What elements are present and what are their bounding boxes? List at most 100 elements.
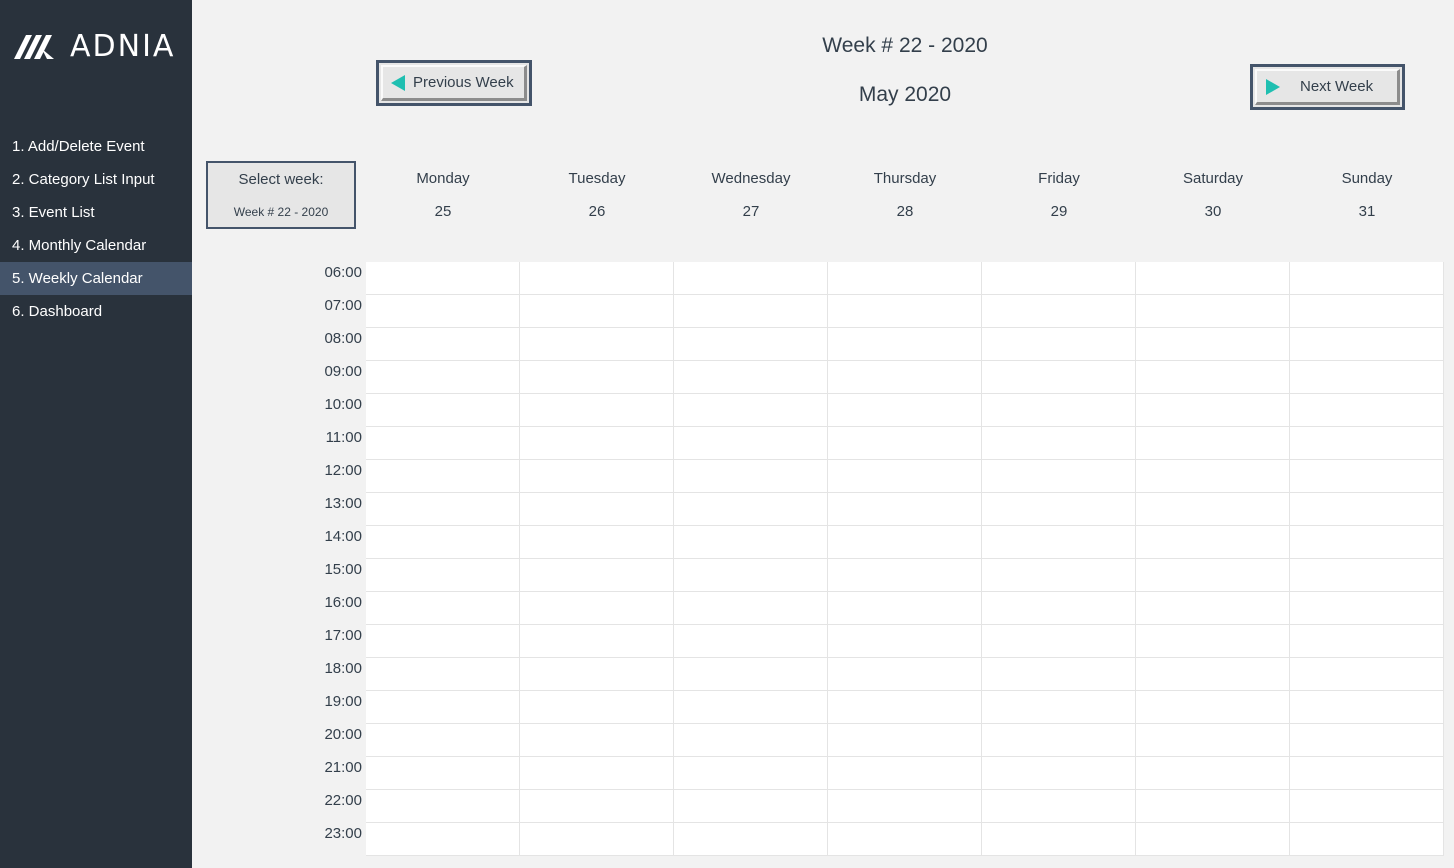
time-slot-cell[interactable] xyxy=(520,790,674,823)
time-slot-cell[interactable] xyxy=(1136,559,1290,592)
time-slot-cell[interactable] xyxy=(366,394,520,427)
time-slot-cell[interactable] xyxy=(828,460,982,493)
time-slot-cell[interactable] xyxy=(1290,823,1444,856)
time-slot-cell[interactable] xyxy=(674,625,828,658)
time-slot-cell[interactable] xyxy=(828,361,982,394)
time-slot-cell[interactable] xyxy=(828,724,982,757)
time-slot-cell[interactable] xyxy=(674,262,828,295)
time-slot-cell[interactable] xyxy=(1136,592,1290,625)
time-slot-cell[interactable] xyxy=(1290,526,1444,559)
time-slot-cell[interactable] xyxy=(828,823,982,856)
time-slot-cell[interactable] xyxy=(674,658,828,691)
time-slot-cell[interactable] xyxy=(366,493,520,526)
time-slot-cell[interactable] xyxy=(674,592,828,625)
time-slot-cell[interactable] xyxy=(520,559,674,592)
time-slot-cell[interactable] xyxy=(366,724,520,757)
time-slot-cell[interactable] xyxy=(1136,625,1290,658)
time-slot-cell[interactable] xyxy=(1290,625,1444,658)
time-slot-cell[interactable] xyxy=(366,328,520,361)
sidebar-item-monthly-calendar[interactable]: 4. Monthly Calendar xyxy=(0,229,192,262)
time-slot-cell[interactable] xyxy=(1136,262,1290,295)
time-slot-cell[interactable] xyxy=(520,658,674,691)
time-slot-cell[interactable] xyxy=(1136,493,1290,526)
time-slot-cell[interactable] xyxy=(1290,361,1444,394)
time-slot-cell[interactable] xyxy=(1136,295,1290,328)
time-slot-cell[interactable] xyxy=(982,328,1136,361)
time-slot-cell[interactable] xyxy=(520,262,674,295)
time-slot-cell[interactable] xyxy=(674,526,828,559)
time-slot-cell[interactable] xyxy=(828,526,982,559)
time-slot-cell[interactable] xyxy=(828,790,982,823)
time-slot-cell[interactable] xyxy=(982,526,1136,559)
time-slot-cell[interactable] xyxy=(828,328,982,361)
time-slot-cell[interactable] xyxy=(1290,790,1444,823)
time-slot-cell[interactable] xyxy=(982,625,1136,658)
time-slot-cell[interactable] xyxy=(828,592,982,625)
time-slot-cell[interactable] xyxy=(520,823,674,856)
time-slot-cell[interactable] xyxy=(366,361,520,394)
time-slot-cell[interactable] xyxy=(520,427,674,460)
time-slot-cell[interactable] xyxy=(1136,658,1290,691)
time-slot-cell[interactable] xyxy=(828,262,982,295)
time-slot-cell[interactable] xyxy=(1290,493,1444,526)
time-slot-cell[interactable] xyxy=(520,493,674,526)
time-slot-cell[interactable] xyxy=(1290,592,1444,625)
time-slot-cell[interactable] xyxy=(674,394,828,427)
time-slot-cell[interactable] xyxy=(520,295,674,328)
time-slot-cell[interactable] xyxy=(1290,295,1444,328)
time-slot-cell[interactable] xyxy=(982,394,1136,427)
time-slot-cell[interactable] xyxy=(982,262,1136,295)
time-slot-cell[interactable] xyxy=(674,724,828,757)
time-slot-cell[interactable] xyxy=(1136,526,1290,559)
time-slot-cell[interactable] xyxy=(982,493,1136,526)
time-slot-cell[interactable] xyxy=(366,526,520,559)
time-slot-cell[interactable] xyxy=(982,460,1136,493)
time-slot-cell[interactable] xyxy=(1290,328,1444,361)
time-slot-cell[interactable] xyxy=(674,427,828,460)
time-slot-cell[interactable] xyxy=(982,658,1136,691)
time-slot-cell[interactable] xyxy=(366,460,520,493)
time-slot-cell[interactable] xyxy=(674,691,828,724)
sidebar-item-category-list-input[interactable]: 2. Category List Input xyxy=(0,163,192,196)
time-slot-cell[interactable] xyxy=(1136,790,1290,823)
time-slot-cell[interactable] xyxy=(520,691,674,724)
time-slot-cell[interactable] xyxy=(366,295,520,328)
time-slot-cell[interactable] xyxy=(828,427,982,460)
time-slot-cell[interactable] xyxy=(674,823,828,856)
time-slot-cell[interactable] xyxy=(982,691,1136,724)
time-slot-cell[interactable] xyxy=(520,460,674,493)
time-slot-cell[interactable] xyxy=(674,328,828,361)
time-slot-cell[interactable] xyxy=(982,361,1136,394)
time-slot-cell[interactable] xyxy=(1290,658,1444,691)
time-slot-cell[interactable] xyxy=(1136,460,1290,493)
time-slot-cell[interactable] xyxy=(1290,262,1444,295)
time-slot-cell[interactable] xyxy=(674,460,828,493)
time-slot-cell[interactable] xyxy=(1136,724,1290,757)
time-slot-cell[interactable] xyxy=(366,691,520,724)
time-slot-cell[interactable] xyxy=(674,790,828,823)
sidebar-item-event-list[interactable]: 3. Event List xyxy=(0,196,192,229)
time-slot-cell[interactable] xyxy=(1136,757,1290,790)
time-slot-cell[interactable] xyxy=(520,361,674,394)
time-slot-cell[interactable] xyxy=(982,790,1136,823)
time-slot-cell[interactable] xyxy=(1290,559,1444,592)
time-slot-cell[interactable] xyxy=(828,691,982,724)
time-slot-cell[interactable] xyxy=(520,394,674,427)
time-slot-cell[interactable] xyxy=(828,625,982,658)
time-slot-cell[interactable] xyxy=(1290,724,1444,757)
time-slot-cell[interactable] xyxy=(366,658,520,691)
time-slot-cell[interactable] xyxy=(1290,460,1444,493)
time-slot-cell[interactable] xyxy=(828,295,982,328)
select-week-value[interactable]: Week # 22 - 2020 xyxy=(208,205,354,219)
time-slot-cell[interactable] xyxy=(828,493,982,526)
time-slot-cell[interactable] xyxy=(366,757,520,790)
time-slot-cell[interactable] xyxy=(1290,691,1444,724)
time-slot-cell[interactable] xyxy=(982,724,1136,757)
time-slot-cell[interactable] xyxy=(828,757,982,790)
time-slot-cell[interactable] xyxy=(1136,691,1290,724)
time-slot-cell[interactable] xyxy=(674,361,828,394)
time-slot-cell[interactable] xyxy=(520,625,674,658)
time-slot-cell[interactable] xyxy=(828,394,982,427)
time-slot-cell[interactable] xyxy=(1136,427,1290,460)
time-slot-cell[interactable] xyxy=(1290,394,1444,427)
